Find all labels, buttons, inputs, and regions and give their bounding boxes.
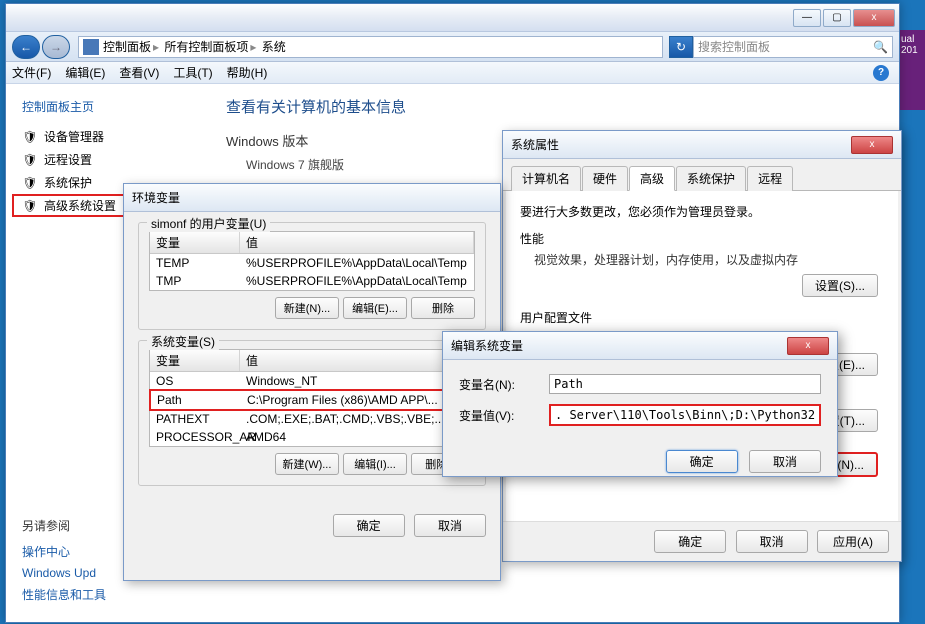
system-variables-table[interactable]: 变量 值 OSWindows_NTPathC:\Program Files (x… [149, 349, 475, 447]
col-variable[interactable]: 变量 [150, 232, 240, 253]
menu-view[interactable]: 查看(V) [119, 64, 159, 81]
sysprops-ok-button[interactable]: 确定 [654, 530, 726, 553]
group-title: 性能 [520, 230, 884, 247]
envvars-footer: 确定 取消 [124, 506, 500, 545]
table-row[interactable]: PROCESSOR_ARAMD64 [150, 428, 474, 446]
variable-value-input[interactable] [549, 404, 821, 426]
envvars-title: 环境变量 [132, 189, 492, 206]
system-variables-group: 系统变量(S) 变量 值 OSWindows_NTPathC:\Program … [138, 340, 486, 486]
envvars-ok-button[interactable]: 确定 [333, 514, 405, 537]
sidebar-item-0[interactable]: 🛡 设备管理器 [12, 125, 200, 148]
group-desc: 视觉效果，处理器计划，内存使用，以及虚拟内存 [520, 251, 884, 268]
menu-file[interactable]: 文件(F) [12, 64, 51, 81]
editvar-cancel-button[interactable]: 取消 [749, 450, 821, 473]
search-input[interactable]: 搜索控制面板 🔍 [693, 36, 893, 58]
help-icon[interactable]: ? [873, 65, 889, 81]
col-value[interactable]: 值 [240, 350, 474, 371]
variable-name-label: 变量名(N): [459, 376, 549, 393]
variable-name-input[interactable] [549, 374, 821, 394]
page-title: 查看有关计算机的基本信息 [226, 96, 879, 117]
sys-button-0[interactable]: 新建(W)... [275, 453, 339, 475]
tab-1[interactable]: 硬件 [582, 166, 628, 191]
sys-button-1[interactable]: 编辑(I)... [343, 453, 407, 475]
sysprops-title: 系统属性 [511, 136, 851, 153]
table-row[interactable]: PathC:\Program Files (x86)\AMD APP\... [149, 389, 475, 411]
system-variables-title: 系统变量(S) [147, 333, 219, 350]
address-bar[interactable]: 控制面板▸ 所有控制面板项▸ 系统 [78, 36, 663, 58]
close-button[interactable]: x [853, 9, 895, 27]
visual-studio-peek: ual 201 [899, 30, 925, 110]
sysprops-footer: 确定 取消 应用(A) [503, 521, 901, 561]
tab-3[interactable]: 系统保护 [676, 166, 746, 191]
menu-tools[interactable]: 工具(T) [173, 64, 212, 81]
admin-note: 要进行大多数更改，您必须作为管理员登录。 [520, 203, 884, 220]
user-variables-table[interactable]: 变量 值 TEMP%USERPROFILE%\AppData\Local\Tem… [149, 231, 475, 291]
sidebar-item-label: 远程设置 [44, 151, 92, 168]
breadcrumb[interactable]: 控制面板▸ 所有控制面板项▸ 系统 [103, 38, 286, 55]
maximize-button[interactable]: ▢ [823, 9, 851, 27]
shield-icon: 🛡 [22, 129, 38, 145]
user-variables-group: simonf 的用户变量(U) 变量 值 TEMP%USERPROFILE%\A… [138, 222, 486, 330]
user-button-2[interactable]: 删除 [411, 297, 475, 319]
sidebar-title[interactable]: 控制面板主页 [22, 98, 190, 115]
forward-button[interactable]: → [42, 35, 70, 59]
nav-bar: ← → 控制面板▸ 所有控制面板项▸ 系统 ↻ 搜索控制面板 🔍 [6, 32, 899, 62]
tab-0[interactable]: 计算机名 [511, 166, 581, 191]
computer-icon [83, 39, 99, 55]
envvars-titlebar: 环境变量 [124, 184, 500, 212]
variable-value-label: 变量值(V): [459, 407, 549, 424]
search-placeholder: 搜索控制面板 [698, 38, 770, 55]
table-row[interactable]: PATHEXT.COM;.EXE;.BAT;.CMD;.VBS;.VBE;... [150, 410, 474, 428]
settings-button-0[interactable]: 设置(S)... [802, 274, 878, 297]
envvars-cancel-button[interactable]: 取消 [414, 514, 486, 537]
table-row[interactable]: TEMP%USERPROFILE%\AppData\Local\Temp [150, 254, 474, 272]
editvar-close-button[interactable]: x [787, 337, 829, 355]
minimize-button[interactable]: — [793, 9, 821, 27]
sysprops-tabs: 计算机名硬件高级系统保护远程 [503, 159, 901, 191]
sysprops-apply-button[interactable]: 应用(A) [817, 530, 889, 553]
refresh-button[interactable]: ↻ [669, 36, 693, 58]
shield-icon: 🛡 [22, 152, 38, 168]
group-title: 用户配置文件 [520, 309, 884, 326]
see-also-performance[interactable]: 性能信息和工具 [22, 583, 190, 606]
tab-2[interactable]: 高级 [629, 166, 675, 191]
col-value[interactable]: 值 [240, 232, 474, 253]
search-icon: 🔍 [873, 40, 888, 54]
col-variable[interactable]: 变量 [150, 350, 240, 371]
shield-icon: 🛡 [22, 198, 38, 214]
editvar-title: 编辑系统变量 [451, 337, 787, 354]
shield-icon: 🛡 [22, 175, 38, 191]
editvar-ok-button[interactable]: 确定 [666, 450, 738, 473]
sysprops-cancel-button[interactable]: 取消 [736, 530, 808, 553]
sidebar-item-label: 设备管理器 [44, 128, 104, 145]
sysprops-titlebar: 系统属性 x [503, 131, 901, 159]
sidebar-item-label: 高级系统设置 [44, 197, 116, 214]
user-button-1[interactable]: 编辑(E)... [343, 297, 407, 319]
table-row[interactable]: TMP%USERPROFILE%\AppData\Local\Temp [150, 272, 474, 290]
editvar-titlebar: 编辑系统变量 x [443, 332, 837, 360]
window-titlebar: — ▢ x [6, 4, 899, 32]
sidebar-item-label: 系统保护 [44, 174, 92, 191]
edit-system-variable-dialog: 编辑系统变量 x 变量名(N): 变量值(V): 确定 取消 [442, 331, 838, 477]
table-row[interactable]: OSWindows_NT [150, 372, 474, 390]
menu-bar: 文件(F) 编辑(E) 查看(V) 工具(T) 帮助(H) ? [6, 62, 899, 84]
menu-help[interactable]: 帮助(H) [227, 64, 268, 81]
user-button-0[interactable]: 新建(N)... [275, 297, 339, 319]
sysprops-close-button[interactable]: x [851, 136, 893, 154]
back-button[interactable]: ← [12, 35, 40, 59]
sidebar-item-1[interactable]: 🛡 远程设置 [12, 148, 200, 171]
menu-edit[interactable]: 编辑(E) [65, 64, 105, 81]
tab-4[interactable]: 远程 [747, 166, 793, 191]
user-variables-title: simonf 的用户变量(U) [147, 215, 270, 232]
